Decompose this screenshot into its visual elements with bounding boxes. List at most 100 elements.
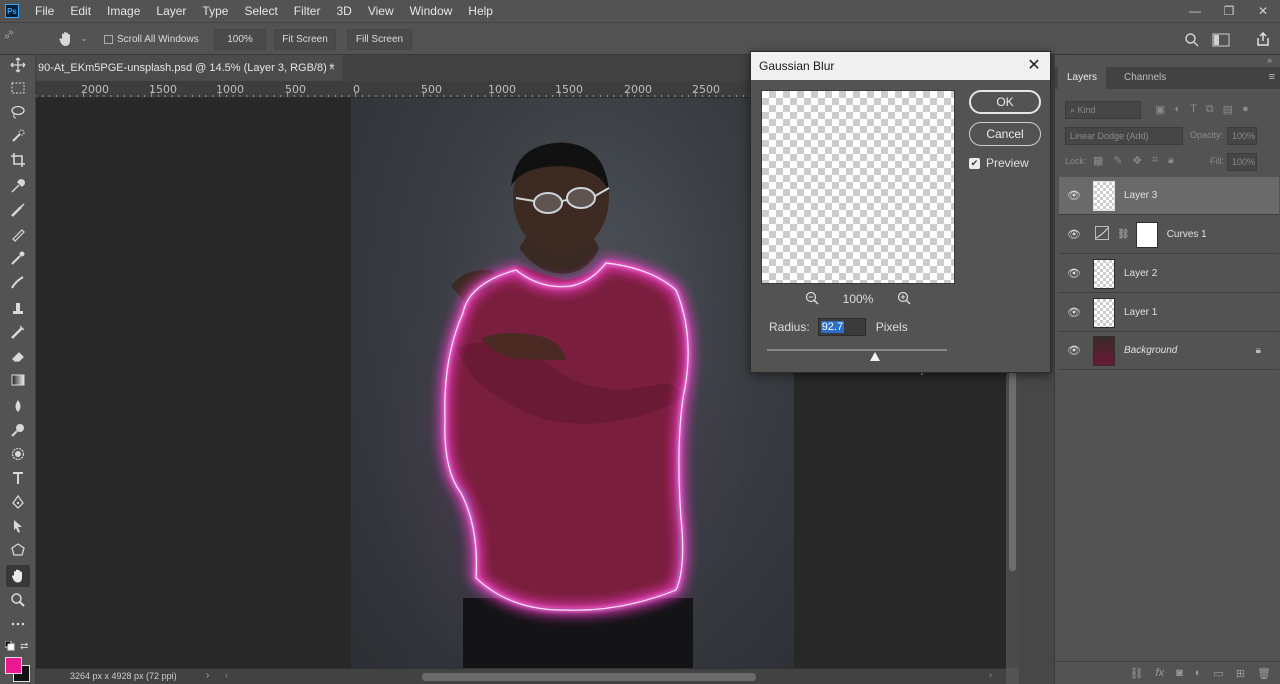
- menu-view[interactable]: View: [360, 0, 402, 22]
- radius-input[interactable]: 92.7: [817, 318, 866, 336]
- fill-screen-button[interactable]: Fill Screen: [347, 29, 412, 50]
- zoom-100-button[interactable]: 100%: [214, 29, 266, 50]
- preview-checkbox[interactable]: ✔: [969, 157, 980, 169]
- foreground-color-swatch[interactable]: [5, 657, 22, 674]
- scroll-all-windows-checkbox[interactable]: [104, 35, 113, 44]
- lock-transparent-icon[interactable]: ▦: [1093, 154, 1103, 167]
- collapse-panels-icon[interactable]: »: [1267, 55, 1272, 65]
- zoom-out-icon[interactable]: [805, 291, 819, 308]
- tab-channels[interactable]: Channels: [1115, 67, 1175, 89]
- lasso-tool-icon[interactable]: [6, 101, 30, 123]
- menu-filter[interactable]: Filter: [286, 0, 329, 22]
- add-mask-icon[interactable]: ◙: [1176, 667, 1183, 679]
- hand-tool-icon[interactable]: [6, 565, 30, 587]
- filter-toggle-icon[interactable]: ●: [1242, 103, 1249, 116]
- layer-row-curves-1[interactable]: 👁︎ ⛓︎ Curves 1: [1059, 216, 1279, 254]
- filter-type-icon[interactable]: T: [1190, 103, 1197, 116]
- type-tool-icon[interactable]: [6, 467, 30, 489]
- horizontal-scrollbar-thumb[interactable]: [422, 673, 756, 681]
- filter-adjustment-icon[interactable]: ◐: [1174, 103, 1181, 116]
- path-selection-tool-icon[interactable]: [6, 515, 30, 537]
- fill-input[interactable]: 100%: [1227, 153, 1257, 171]
- new-layer-icon[interactable]: ⊞: [1236, 667, 1245, 680]
- lock-icon[interactable]: 🔒︎: [1256, 345, 1261, 356]
- ok-button[interactable]: OK: [969, 90, 1041, 114]
- marquee-tool-icon[interactable]: [6, 77, 30, 99]
- sponge-tool-icon[interactable]: [6, 443, 30, 465]
- scroll-right-icon[interactable]: ›: [989, 670, 992, 681]
- quick-selection-tool-icon[interactable]: [6, 125, 30, 147]
- visibility-eye-icon[interactable]: 👁︎: [1065, 228, 1083, 241]
- lock-all-icon[interactable]: 🔒︎: [1168, 154, 1174, 167]
- scroll-left-icon[interactable]: ‹: [225, 670, 228, 681]
- art-history-brush-icon[interactable]: [6, 321, 30, 343]
- visibility-eye-icon[interactable]: 👁︎: [1065, 267, 1083, 280]
- dialog-title-bar[interactable]: Gaussian Blur ✕: [751, 52, 1050, 80]
- zoom-tool-icon[interactable]: [6, 589, 30, 611]
- layer-row-layer-1[interactable]: 👁︎ Layer 1: [1059, 294, 1279, 332]
- layer-row-layer-2[interactable]: 👁︎ Layer 2: [1059, 255, 1279, 293]
- visibility-eye-icon[interactable]: 👁︎: [1065, 344, 1083, 357]
- eyedropper-tool-icon[interactable]: [6, 175, 30, 197]
- default-colors-icon[interactable]: [4, 640, 15, 654]
- radius-value[interactable]: 92.7: [820, 321, 845, 333]
- close-tab-icon[interactable]: ×: [324, 55, 340, 81]
- menu-layer[interactable]: Layer: [148, 0, 194, 22]
- more-tools-icon[interactable]: [6, 613, 30, 635]
- menu-3d[interactable]: 3D: [328, 0, 359, 22]
- pen-tool-icon[interactable]: [6, 491, 30, 513]
- blur-tool-icon[interactable]: [6, 395, 30, 417]
- workspace-icon[interactable]: [1212, 33, 1230, 50]
- close-window-button[interactable]: ✕: [1246, 0, 1280, 22]
- minimize-button[interactable]: —: [1178, 0, 1212, 22]
- cancel-button[interactable]: Cancel: [969, 122, 1041, 146]
- fit-screen-button[interactable]: Fit Screen: [274, 29, 336, 50]
- link-layers-icon[interactable]: ⛓︎: [1130, 667, 1144, 680]
- hand-tool-preset-icon[interactable]: [57, 30, 75, 51]
- share-icon[interactable]: [1255, 31, 1271, 50]
- filter-smart-object-icon[interactable]: ▤: [1223, 103, 1233, 116]
- dodge-tool-icon[interactable]: [6, 419, 30, 441]
- healing-brush-tool-icon[interactable]: [6, 199, 30, 221]
- lock-artboard-icon[interactable]: ⌗: [1152, 154, 1158, 167]
- menu-file[interactable]: File: [27, 0, 62, 22]
- layer-row-layer-3[interactable]: 👁︎ Layer 3: [1059, 177, 1279, 215]
- menu-type[interactable]: Type: [194, 0, 236, 22]
- scroll-all-windows-option[interactable]: Scroll All Windows: [104, 34, 199, 45]
- shape-tool-icon[interactable]: [6, 539, 30, 561]
- zoom-in-icon[interactable]: [897, 291, 911, 308]
- menu-help[interactable]: Help: [460, 0, 501, 22]
- history-brush-tool-icon[interactable]: [6, 271, 30, 293]
- document-tab[interactable]: 90-At_EKm5PGE-unsplash.psd @ 14.5% (Laye…: [36, 55, 342, 81]
- opacity-input[interactable]: 100%: [1227, 127, 1257, 145]
- kind-filter-select[interactable]: ⌕ Kind: [1065, 101, 1141, 119]
- menu-edit[interactable]: Edit: [62, 0, 99, 22]
- tab-layers[interactable]: Layers: [1058, 67, 1107, 89]
- dialog-close-icon[interactable]: ✕: [1024, 52, 1044, 80]
- vertical-scrollbar-thumb[interactable]: [1009, 371, 1016, 571]
- expand-tools-icon[interactable]: »: [8, 27, 14, 38]
- lock-position-icon[interactable]: ✥: [1133, 154, 1142, 167]
- new-group-icon[interactable]: ▭: [1213, 667, 1223, 680]
- layer-mask-thumbnail[interactable]: [1135, 221, 1158, 248]
- swap-colors-icon[interactable]: ⇄: [20, 641, 28, 652]
- lock-image-icon[interactable]: ✎: [1113, 154, 1122, 167]
- stamp-tool-icon[interactable]: [6, 297, 30, 319]
- status-arrow-icon[interactable]: ›: [206, 670, 209, 681]
- crop-tool-icon[interactable]: [6, 149, 30, 171]
- restore-button[interactable]: ❐: [1212, 0, 1246, 22]
- radius-slider-thumb[interactable]: [870, 352, 880, 361]
- layer-style-icon[interactable]: fx: [1156, 667, 1165, 679]
- new-adjustment-layer-icon[interactable]: ◐: [1195, 667, 1202, 679]
- filter-pixel-icon[interactable]: ▣: [1155, 103, 1165, 116]
- menu-window[interactable]: Window: [402, 0, 461, 22]
- brush-tool-icon[interactable]: [6, 223, 30, 245]
- radius-slider-track[interactable]: [767, 349, 947, 351]
- visibility-eye-icon[interactable]: 👁︎: [1065, 306, 1083, 319]
- blur-preview-window[interactable]: [761, 90, 955, 284]
- move-tool-icon[interactable]: [6, 54, 30, 76]
- gradient-tool-icon[interactable]: [6, 369, 30, 391]
- chain-link-icon[interactable]: ⛓︎: [1117, 229, 1130, 240]
- panel-menu-icon[interactable]: ≡: [1269, 71, 1275, 83]
- filter-shape-icon[interactable]: ⧉: [1206, 103, 1214, 116]
